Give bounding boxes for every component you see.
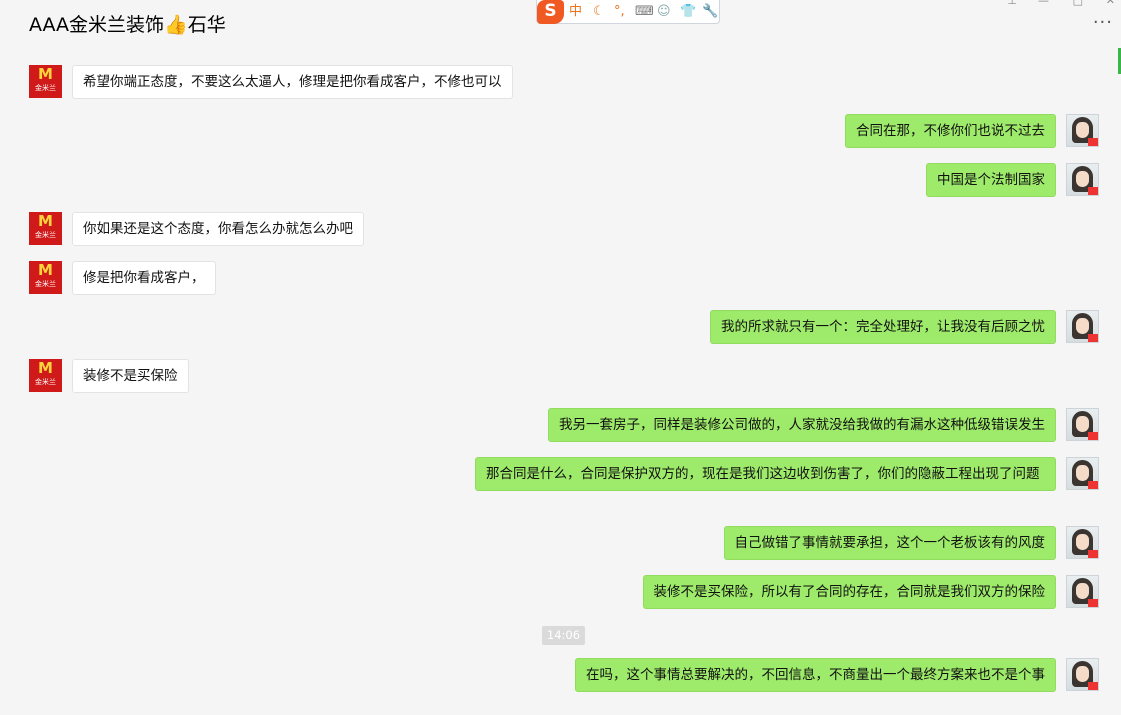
brand-avatar[interactable]: M 金米兰 [29, 261, 62, 294]
woman-portrait-icon[interactable] [1066, 526, 1099, 559]
user-icon[interactable]: ☺ [657, 3, 671, 20]
maximize-icon[interactable]: □ [1073, 0, 1083, 7]
message-bubble[interactable]: 自己做错了事情就要承担，这个一个老板该有的风度 [723, 526, 1056, 560]
message-bubble[interactable]: 我另一套房子，同样是装修公司做的，人家就没给我做的有漏水这种低级错误发生 [548, 408, 1056, 442]
sogou-logo-icon[interactable]: S [537, 0, 564, 24]
pin-icon[interactable]: ⊥ [1007, 0, 1017, 7]
ime-toolbar[interactable]: S 中 ☾ °, ⌨ ☺ 👕 🔧 [536, 0, 720, 24]
wrench-icon[interactable]: 🔧 [702, 3, 718, 20]
brand-avatar[interactable]: M 金米兰 [29, 65, 62, 98]
input-mode-toggle[interactable]: 中 [569, 3, 582, 20]
message-bubble[interactable]: 装修不是买保险 [72, 359, 189, 393]
close-icon[interactable]: ✕ [1106, 0, 1115, 7]
keyboard-icon[interactable]: ⌨ [635, 3, 654, 20]
skin-icon[interactable]: 👕 [680, 3, 696, 20]
woman-portrait-icon[interactable] [1066, 575, 1099, 608]
brand-avatar[interactable]: M 金米兰 [29, 212, 62, 245]
woman-portrait-icon[interactable] [1066, 408, 1099, 441]
timestamp: 14:06 [542, 626, 585, 645]
message-bubble[interactable]: 中国是个法制国家 [926, 163, 1056, 197]
woman-portrait-icon[interactable] [1066, 658, 1099, 691]
message-bubble[interactable]: 修是把你看成客户， [72, 261, 216, 295]
message-bubble[interactable]: 那合同是什么，合同是保护双方的，现在是我们这边收到伤害了，你们的隐蔽工程出现了问… [475, 457, 1056, 491]
minimize-icon[interactable]: — [1038, 0, 1049, 7]
message-bubble[interactable]: 希望你端正态度，不要这么太逼人，修理是把你看成客户，不修也可以 [72, 65, 513, 99]
message-bubble[interactable]: 你如果还是这个态度，你看怎么办就怎么办吧 [72, 212, 364, 246]
more-options-button[interactable]: ··· [1093, 12, 1113, 33]
woman-portrait-icon[interactable] [1066, 114, 1099, 147]
chat-title: AAA金米兰装饰👍石华 [29, 14, 226, 36]
woman-portrait-icon[interactable] [1066, 163, 1099, 196]
message-bubble[interactable]: 在吗，这个事情总要解决的，不回信息，不商量出一个最终方案来也不是个事 [575, 658, 1056, 692]
message-bubble[interactable]: 我的所求就只有一个：完全处理好，让我没有后顾之忧 [710, 310, 1056, 344]
brand-avatar[interactable]: M 金米兰 [29, 359, 62, 392]
message-bubble[interactable]: 合同在那，不修你们也说不过去 [845, 114, 1056, 148]
woman-portrait-icon[interactable] [1066, 310, 1099, 343]
moon-icon[interactable]: ☾ [593, 3, 605, 20]
woman-portrait-icon[interactable] [1066, 457, 1099, 490]
punctuation-icon[interactable]: °, [614, 3, 625, 20]
message-bubble[interactable]: 装修不是买保险，所以有了合同的存在，合同就是我们双方的保险 [642, 575, 1056, 609]
